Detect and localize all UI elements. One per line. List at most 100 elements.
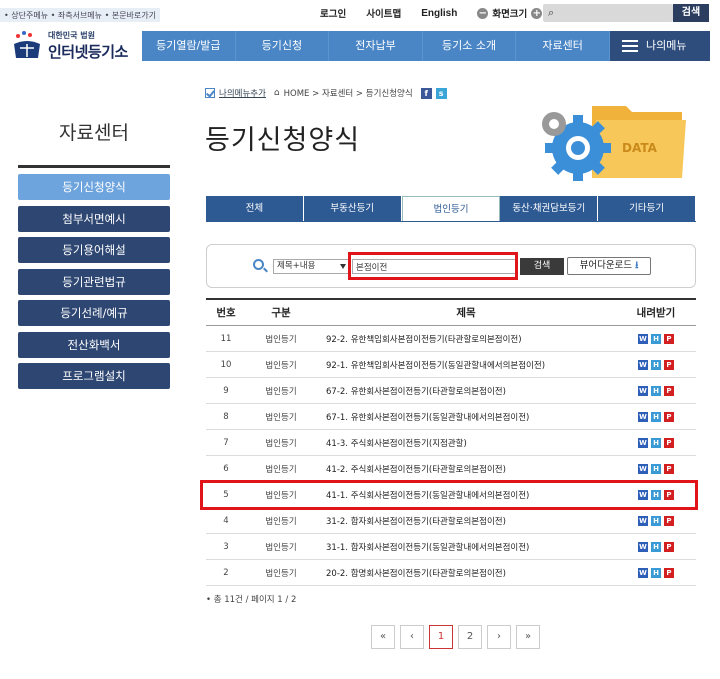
row-title-link[interactable]: 41-3. 주식회사본점이전등기(지점관할) bbox=[316, 437, 616, 449]
pdf-file-icon[interactable]: P bbox=[664, 515, 674, 526]
word-file-icon[interactable]: W bbox=[638, 463, 648, 474]
nav-item[interactable]: 전자납부 bbox=[329, 31, 423, 61]
logo[interactable]: 대한민국 법원 인터넷등기소 bbox=[8, 28, 138, 62]
search-icon bbox=[253, 259, 264, 270]
zoom-out-icon[interactable]: − bbox=[477, 7, 489, 19]
tab-other[interactable]: 기타등기 bbox=[598, 196, 696, 222]
col-number: 번호 bbox=[216, 307, 236, 319]
pdf-file-icon[interactable]: P bbox=[664, 541, 674, 552]
forms-table: 번호 구분 제목 내려받기 11 법인등기 92-2. 유한책임회사본점이전등기(타… bbox=[206, 298, 696, 586]
tab-corporate[interactable]: 법인등기 bbox=[401, 196, 501, 222]
col-type: 구분 bbox=[271, 307, 291, 319]
hwp-file-icon[interactable]: H bbox=[651, 411, 661, 422]
nav-item[interactable]: 자료센터 bbox=[516, 31, 610, 61]
tab-movable-property[interactable]: 동산·채권담보등기 bbox=[500, 196, 599, 222]
row-downloads: WHP bbox=[616, 541, 696, 552]
row-number: 7 bbox=[223, 437, 229, 448]
page-2[interactable]: 2 bbox=[458, 625, 482, 649]
row-title-link[interactable]: 67-2. 유한회사본점이전등기(타관할로의본점이전) bbox=[316, 385, 616, 397]
last-page-button[interactable]: » bbox=[516, 625, 540, 649]
word-file-icon[interactable]: W bbox=[638, 411, 648, 422]
hwp-file-icon[interactable]: H bbox=[651, 515, 661, 526]
pdf-file-icon[interactable]: P bbox=[664, 437, 674, 448]
next-page-button[interactable]: › bbox=[487, 625, 511, 649]
row-title-link[interactable]: 31-1. 합자회사본점이전등기(동일관할내에서의본점이전) bbox=[316, 541, 616, 553]
row-downloads: WHP bbox=[616, 359, 696, 370]
word-file-icon[interactable]: W bbox=[638, 385, 648, 396]
hwp-file-icon[interactable]: H bbox=[651, 333, 661, 344]
row-type: 법인등기 bbox=[265, 334, 297, 345]
login-link[interactable]: 로그인 bbox=[320, 6, 346, 20]
row-title-link[interactable]: 31-2. 합자회사본점이전등기(타관할로의본점이전) bbox=[316, 515, 616, 527]
nav-item[interactable]: 등기소 소개 bbox=[423, 31, 517, 61]
zoom-in-icon[interactable]: + bbox=[531, 7, 543, 19]
sidebar-item-examples[interactable]: 첨부서면예시 bbox=[18, 205, 170, 232]
word-file-icon[interactable]: W bbox=[638, 541, 648, 552]
row-title-link[interactable]: 20-2. 합명회사본점이전등기(타관할로의본점이전) bbox=[316, 567, 616, 579]
add-my-menu-link[interactable]: 나의메뉴추가 bbox=[219, 87, 266, 99]
nav-item[interactable]: 등기열람/발급 bbox=[142, 31, 236, 61]
sidebar-item-programs[interactable]: 프로그램설치 bbox=[18, 363, 170, 389]
nav-item[interactable]: 등기신청 bbox=[236, 31, 330, 61]
pdf-file-icon[interactable]: P bbox=[664, 359, 674, 370]
first-page-button[interactable]: « bbox=[371, 625, 395, 649]
row-title-link[interactable]: 92-2. 유한책임회사본점이전등기(타관할로의본점이전) bbox=[316, 333, 616, 345]
table-body: 11 법인등기 92-2. 유한책임회사본점이전등기(타관할로의본점이전) W H P 10… bbox=[206, 326, 696, 586]
highlight-box bbox=[348, 252, 518, 280]
hwp-file-icon[interactable]: H bbox=[651, 437, 661, 448]
page-title: 등기신청양식 bbox=[205, 125, 361, 156]
sidebar-item-laws[interactable]: 등기관련법규 bbox=[18, 268, 170, 295]
row-downloads: WHP bbox=[616, 411, 696, 422]
select-value: 제목+내용 bbox=[277, 261, 316, 271]
hwp-file-icon[interactable]: H bbox=[651, 567, 661, 578]
sidebar-item-whitepaper[interactable]: 전산화백서 bbox=[18, 331, 170, 358]
hwp-file-icon[interactable]: H bbox=[651, 463, 661, 474]
pdf-file-icon[interactable]: P bbox=[664, 567, 674, 578]
row-number: 4 bbox=[223, 515, 229, 526]
viewer-download-button[interactable]: 뷰어다운로드 ⭳ bbox=[567, 257, 651, 275]
english-link[interactable]: English bbox=[421, 8, 457, 19]
row-downloads: WHP bbox=[616, 463, 696, 474]
row-type: 법인등기 bbox=[265, 360, 297, 371]
word-file-icon[interactable]: W bbox=[638, 567, 648, 578]
word-file-icon[interactable]: W bbox=[638, 515, 648, 526]
highlight-box bbox=[200, 480, 698, 510]
sidebar-item-glossary[interactable]: 등기용어해설 bbox=[18, 237, 170, 263]
table-row: 4 법인등기 31-2. 합자회사본점이전등기(타관할로의본점이전) W H P bbox=[206, 508, 696, 534]
search-button[interactable]: 검색 bbox=[520, 258, 564, 275]
row-title-link[interactable]: 67-1. 유한회사본점이전등기(동일관할내에서의본점이전) bbox=[316, 411, 616, 423]
tab-real-estate[interactable]: 부동산등기 bbox=[303, 196, 402, 222]
hamburger-icon bbox=[622, 40, 638, 52]
pdf-file-icon[interactable]: P bbox=[664, 385, 674, 396]
row-number: 8 bbox=[223, 411, 229, 422]
pdf-file-icon[interactable]: P bbox=[664, 333, 674, 344]
pagination: « ‹ 1 2 › » bbox=[371, 625, 540, 649]
hwp-file-icon[interactable]: H bbox=[651, 359, 661, 370]
row-number: 6 bbox=[223, 463, 229, 474]
sidebar-item-forms[interactable]: 등기신청양식 bbox=[18, 174, 170, 200]
row-title-link[interactable]: 41-2. 주식회사본점이전등기(타관할로의본점이전) bbox=[316, 463, 616, 475]
sidebar-item-precedents[interactable]: 등기선례/예규 bbox=[18, 300, 170, 326]
facebook-icon[interactable]: f bbox=[420, 87, 432, 99]
hwp-file-icon[interactable]: H bbox=[651, 385, 661, 396]
top-search-button[interactable]: 검색 bbox=[673, 4, 709, 22]
pdf-file-icon[interactable]: P bbox=[664, 463, 674, 474]
tab-all[interactable]: 전체 bbox=[206, 196, 304, 222]
sitemap-link[interactable]: 사이트맵 bbox=[366, 6, 401, 20]
page-1[interactable]: 1 bbox=[429, 625, 453, 649]
word-file-icon[interactable]: W bbox=[638, 359, 648, 370]
search-field-select[interactable]: 제목+내용 bbox=[273, 259, 349, 274]
pdf-file-icon[interactable]: P bbox=[664, 411, 674, 422]
word-file-icon[interactable]: W bbox=[638, 333, 648, 344]
row-type: 법인등기 bbox=[265, 464, 297, 475]
share-icon[interactable]: s bbox=[435, 87, 447, 99]
row-title-link[interactable]: 92-1. 유한책임회사본점이전등기(동일관할내에서의본점이전) bbox=[316, 359, 616, 371]
row-downloads: WHP bbox=[616, 385, 696, 396]
my-menu-button[interactable]: 나의메뉴 bbox=[610, 31, 710, 61]
top-search-input[interactable]: ⌕ bbox=[543, 4, 673, 22]
prev-page-button[interactable]: ‹ bbox=[400, 625, 424, 649]
skip-nav[interactable]: • 상단주메뉴 • 좌측서브메뉴 • 본문바로가기 bbox=[0, 8, 160, 22]
divider bbox=[206, 221, 696, 222]
hwp-file-icon[interactable]: H bbox=[651, 541, 661, 552]
word-file-icon[interactable]: W bbox=[638, 437, 648, 448]
